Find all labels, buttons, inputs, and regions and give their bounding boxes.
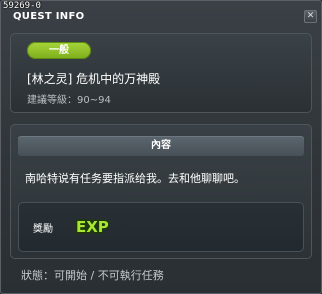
content-header: 內容 xyxy=(18,136,304,156)
exp-icon-text: EXP xyxy=(76,218,109,236)
close-icon: ✕ xyxy=(306,11,315,21)
window-title: QUEST INFO xyxy=(13,11,85,22)
reward-label: 獎勵 xyxy=(33,224,53,235)
recommended-level: 建議等級：90~94 xyxy=(27,95,111,106)
quest-name: [林之灵] 危机中的万神殿 xyxy=(27,72,161,86)
quest-info-window: 59269-0 QUEST INFO ✕ 一般 [林之灵] 危机中的万神殿 建議… xyxy=(0,0,322,294)
reward-box: 獎勵 EXP EXP xyxy=(18,202,304,252)
category-badge: 一般 xyxy=(27,42,91,59)
quest-description: 南哈特说有任务要指派给我。去和他聊聊吧。 xyxy=(25,172,245,185)
close-button[interactable]: ✕ xyxy=(304,10,317,23)
quest-content-panel: 內容 南哈特说有任务要指派给我。去和他聊聊吧。 獎勵 EXP EXP xyxy=(10,124,312,259)
title-bar[interactable]: QUEST INFO ✕ xyxy=(5,8,317,28)
exp-icon: EXP EXP xyxy=(75,217,110,238)
quest-summary-panel: 一般 [林之灵] 危机中的万神殿 建議等級：90~94 xyxy=(10,33,312,113)
content-header-label: 內容 xyxy=(151,140,171,151)
quest-status: 狀態：可開始 / 不可執行任務 xyxy=(21,269,164,282)
